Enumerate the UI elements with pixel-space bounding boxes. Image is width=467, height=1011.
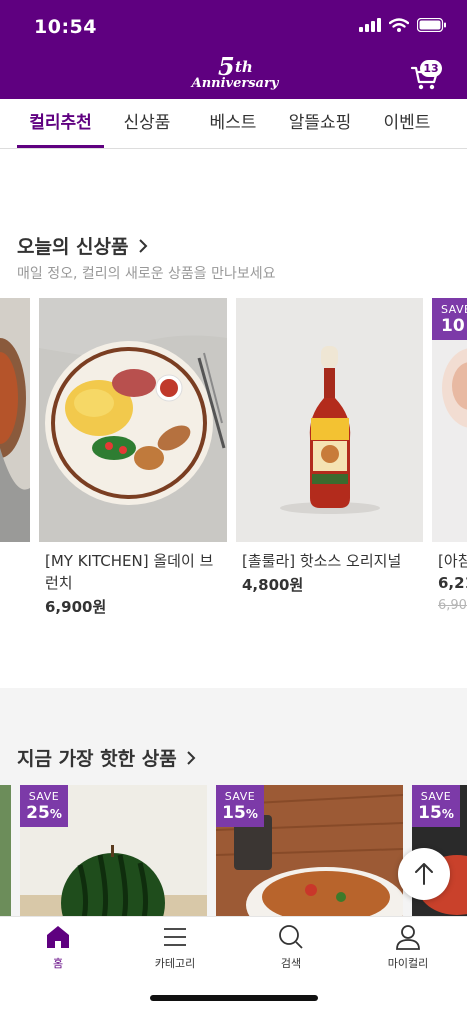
chevron-right-icon bbox=[186, 750, 196, 765]
hot-products-title-text: 지금 가장 핫한 상품 bbox=[17, 748, 177, 770]
product-image-partial-left[interactable] bbox=[0, 298, 30, 542]
new-products-title-text: 오늘의 신상품 bbox=[17, 236, 129, 258]
nav-home-label: 홈 bbox=[52, 957, 64, 970]
logo-word: Anniversary bbox=[191, 76, 279, 91]
tab-new-products[interactable]: 신상품 bbox=[104, 99, 190, 148]
product-image-brunch[interactable] bbox=[39, 298, 227, 542]
signal-icon bbox=[359, 18, 381, 32]
person-icon bbox=[396, 925, 420, 950]
product-price-hotsauce: 4,800원 bbox=[242, 576, 304, 594]
product-price-brunch: 6,900원 bbox=[45, 598, 107, 616]
battery-icon bbox=[417, 18, 446, 32]
chevron-right-icon bbox=[138, 238, 147, 253]
nav-my-kurly[interactable]: 마이컬리 bbox=[368, 923, 448, 971]
save-badge-percent: 25 bbox=[26, 803, 50, 823]
save-badge-percent: 15 bbox=[418, 803, 442, 823]
new-products-subtitle: 매일 정오, 컬리의 새로운 상품을 만나보세요 bbox=[17, 266, 276, 282]
nav-search-label: 검색 bbox=[280, 957, 302, 970]
product-image-hotsauce[interactable] bbox=[236, 298, 423, 542]
scroll-to-top-button[interactable] bbox=[398, 848, 450, 900]
logo-suffix: th bbox=[235, 58, 253, 76]
category-tabs: 컬리추천 신상품 베스트 알뜰쇼핑 이벤트 bbox=[0, 99, 467, 149]
nav-home[interactable]: 홈 bbox=[18, 923, 98, 971]
save-badge-unit: % bbox=[441, 807, 454, 821]
status-icons bbox=[359, 18, 447, 32]
save-badge-label: SAVE bbox=[28, 790, 60, 803]
product-original-price-partial: 6,90 bbox=[438, 598, 467, 613]
save-badge-partial-right: SAVE 15% bbox=[412, 785, 460, 827]
new-products-title[interactable]: 오늘의 신상품 bbox=[17, 232, 149, 259]
menu-icon bbox=[164, 928, 186, 946]
save-badge-unit: % bbox=[49, 807, 62, 821]
nav-category-label: 카테고리 bbox=[154, 957, 196, 970]
home-icon bbox=[47, 926, 69, 948]
home-indicator bbox=[150, 995, 318, 1001]
anniversary-logo[interactable]: 5 th Anniversary bbox=[190, 52, 280, 98]
cart-count-badge: 13 bbox=[420, 60, 442, 77]
product-price-partial: 6,21 bbox=[438, 574, 467, 592]
save-badge-rice: SAVE 15% bbox=[216, 785, 264, 827]
search-icon bbox=[279, 925, 303, 949]
nav-search[interactable]: 검색 bbox=[251, 923, 331, 971]
save-badge-label: SAVE bbox=[224, 790, 256, 803]
tab-events[interactable]: 이벤트 bbox=[364, 99, 450, 148]
tab-bargain[interactable]: 알뜰쇼핑 bbox=[276, 99, 364, 148]
arrow-up-icon bbox=[415, 863, 433, 885]
hot-product-image-partial-left[interactable] bbox=[0, 785, 11, 916]
save-badge-watermelon: SAVE 25% bbox=[20, 785, 68, 827]
save-badge-label: SAVE bbox=[420, 790, 452, 803]
save-badge-unit: % bbox=[245, 807, 258, 821]
product-name-partial[interactable]: [아침 bbox=[438, 550, 467, 572]
tab-kurly-recommend[interactable]: 컬리추천 bbox=[17, 99, 104, 148]
status-bar: 10:54 bbox=[0, 0, 467, 52]
product-name-hotsauce[interactable]: [촐룰라] 핫소스 오리지널 bbox=[242, 550, 417, 572]
app-header: 5 th Anniversary 13 bbox=[0, 52, 467, 99]
save-badge-partial: SAVE 10 bbox=[432, 298, 467, 340]
hot-products-title[interactable]: 지금 가장 핫한 상품 bbox=[17, 744, 197, 771]
tab-best[interactable]: 베스트 bbox=[190, 99, 276, 148]
save-badge-label: SAVE bbox=[441, 303, 467, 316]
nav-my-kurly-label: 마이컬리 bbox=[387, 957, 429, 970]
wifi-icon bbox=[389, 18, 409, 32]
save-badge-percent: 10 bbox=[441, 316, 465, 336]
nav-category[interactable]: 카테고리 bbox=[135, 923, 215, 971]
product-name-brunch[interactable]: [MY KITCHEN] 올데이 브런치 bbox=[45, 550, 220, 594]
status-time: 10:54 bbox=[34, 16, 97, 38]
save-badge-percent: 15 bbox=[222, 803, 246, 823]
